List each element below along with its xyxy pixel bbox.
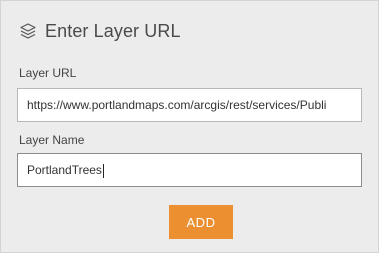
text-caret [102, 163, 104, 178]
layer-url-value: https://www.portlandmaps.com/arcgis/rest… [27, 98, 327, 112]
add-button[interactable]: ADD [169, 205, 233, 239]
layer-name-label: Layer Name [19, 133, 85, 147]
layer-name-value: PortlandTrees [27, 163, 102, 177]
enter-layer-url-panel: Enter Layer URL Layer URL https://www.po… [0, 0, 379, 253]
layer-url-input[interactable]: https://www.portlandmaps.com/arcgis/rest… [17, 88, 362, 122]
panel-header: Enter Layer URL [19, 19, 181, 43]
layer-url-label: Layer URL [19, 66, 77, 80]
page-title: Enter Layer URL [45, 20, 181, 41]
layer-name-input[interactable]: PortlandTrees [17, 153, 362, 187]
layers-icon [19, 22, 37, 40]
